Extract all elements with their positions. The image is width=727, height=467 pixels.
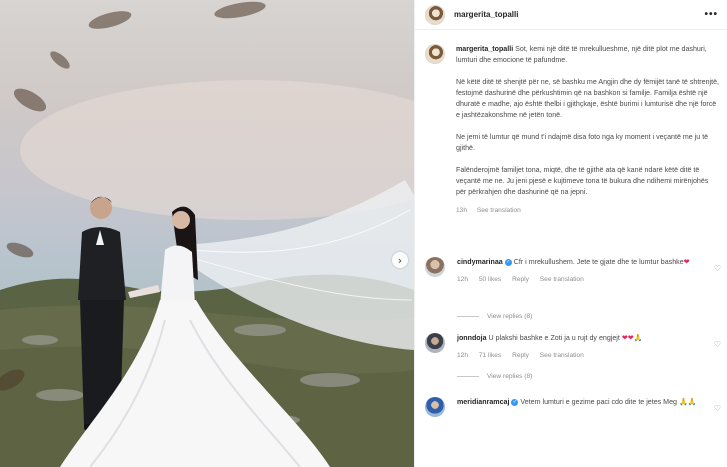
caption-author-username[interactable]: margerita_topalli xyxy=(456,45,513,53)
comment-item: cindymarinaa ✓ Cfr i mrekullushem. Jete … xyxy=(425,257,727,283)
caption-paragraph: Në këtë ditë të shenjtë për ne, së bashk… xyxy=(456,78,720,119)
commenter-avatar[interactable] xyxy=(425,257,445,277)
comment-item: meridianramcaj ✓ Vetem lumturi e gezime … xyxy=(425,397,727,417)
post-header: margerita_topalli ••• xyxy=(415,0,727,30)
comment-text: Cfr i mrekullushem. Jete te gjate dhe te… xyxy=(513,258,684,266)
author-username[interactable]: margerita_topalli xyxy=(454,10,518,19)
comment-likes-count[interactable]: 50 likes xyxy=(479,276,501,283)
view-replies-label[interactable]: View replies (8) xyxy=(487,373,532,380)
comment-text-block: jonndoja U plakshi bashke e Zoti ja u ru… xyxy=(457,333,707,344)
view-replies-link[interactable]: View replies (8) xyxy=(457,373,532,380)
comment-reply-link[interactable]: Reply xyxy=(512,352,529,359)
caption-see-translation-link[interactable]: See translation xyxy=(477,207,521,214)
praying-hands-emoji: 🙏 xyxy=(633,333,643,342)
post-photo[interactable]: › xyxy=(0,0,414,467)
commenter-avatar[interactable] xyxy=(425,397,445,417)
comment-text: U plakshi bashke e Zoti ja u rujt dy eng… xyxy=(488,334,620,342)
caption-timestamp: 13h xyxy=(456,207,468,214)
caption-meta: 13h See translation xyxy=(456,205,720,216)
like-comment-heart-icon[interactable]: ♡ xyxy=(714,404,721,413)
commenter-username[interactable]: cindymarinaa xyxy=(457,258,503,266)
red-heart-emoji: ❤ xyxy=(683,257,690,266)
caption-paragraph: Falënderojmë familjet tona, miqtë, dhe t… xyxy=(456,166,709,196)
comment-reply-link[interactable]: Reply xyxy=(512,276,529,283)
comment-timestamp: 12h xyxy=(457,351,469,359)
caption-paragraph: margerita_topalli Sot, kemi një ditë të … xyxy=(456,44,720,66)
comment-meta: 12h 71 likes Reply See translation xyxy=(457,352,727,359)
commenter-avatar[interactable] xyxy=(425,333,445,353)
view-replies-link[interactable]: View replies (8) xyxy=(457,313,532,320)
comment-item: jonndoja U plakshi bashke e Zoti ja u ru… xyxy=(425,333,727,359)
post-caption: margerita_topalli Sot, kemi një ditë të … xyxy=(425,44,720,216)
more-options-icon[interactable]: ••• xyxy=(704,9,718,20)
view-replies-label[interactable]: View replies (8) xyxy=(487,313,532,320)
comment-meta: 12h 50 likes Reply See translation xyxy=(457,276,727,283)
like-comment-heart-icon[interactable]: ♡ xyxy=(714,264,721,273)
wedding-photo-illustration xyxy=(0,1,414,467)
verified-badge-icon: ✓ xyxy=(504,258,512,266)
caption-author-avatar[interactable] xyxy=(425,44,445,64)
post-details-panel: margerita_topalli ••• margerita_topalli … xyxy=(414,0,727,467)
next-photo-button[interactable]: › xyxy=(392,252,408,268)
commenter-username[interactable]: meridianramcaj xyxy=(457,398,509,406)
comment-see-translation-link[interactable]: See translation xyxy=(540,276,584,283)
comments-scroll-area[interactable]: margerita_topalli Sot, kemi një ditë të … xyxy=(415,31,727,467)
comment-likes-count[interactable]: 71 likes xyxy=(479,352,501,359)
comment-text: Vetem lumturi e gezime paci cdo dite te … xyxy=(520,398,677,406)
comment-timestamp: 12h xyxy=(457,275,469,283)
replies-divider-line xyxy=(457,316,479,317)
caption-paragraph: Ne jemi të lumtur që mund t'i ndajmë dis… xyxy=(456,133,709,152)
replies-divider-line xyxy=(457,376,479,377)
like-comment-heart-icon[interactable]: ♡ xyxy=(714,340,721,349)
praying-hands-emoji: 🙏🙏 xyxy=(678,397,697,406)
chevron-right-icon: › xyxy=(397,253,403,267)
verified-badge-icon: ✓ xyxy=(511,398,519,406)
comment-text-block: cindymarinaa ✓ Cfr i mrekullushem. Jete … xyxy=(457,257,707,268)
comment-text-block: meridianramcaj ✓ Vetem lumturi e gezime … xyxy=(457,397,707,408)
author-avatar[interactable] xyxy=(425,4,445,25)
commenter-username[interactable]: jonndoja xyxy=(457,334,487,342)
comment-see-translation-link[interactable]: See translation xyxy=(540,352,584,359)
red-hearts-emoji: ❤❤ xyxy=(621,333,634,342)
